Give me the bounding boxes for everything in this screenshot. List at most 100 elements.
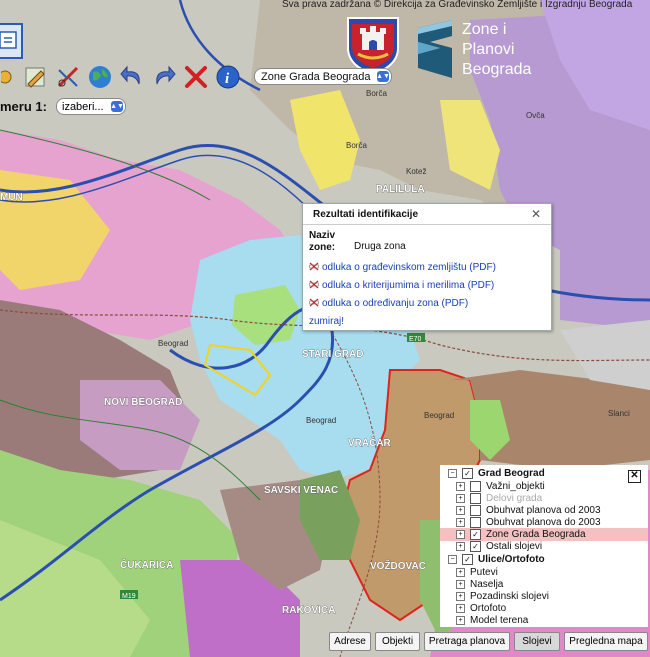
map-label-kotez: Kotež [406,167,426,176]
measure-tool-button[interactable] [54,63,82,91]
layer-checkbox[interactable]: ✓ [470,541,481,552]
zone-planovi-logo-icon [418,20,452,78]
measure-tool-icon [57,66,79,88]
layer-item-ostali-slojevi: + ✓ Ostali slojevi [456,540,542,553]
redo-arrow-icon [156,65,176,85]
expand-icon[interactable]: + [456,568,465,577]
layers-panel: ✕ − ✓ Grad Beograd + Važni_objekti + Del… [440,465,648,627]
info-button[interactable]: i [214,63,242,91]
layer-group-label: Grad Beograd [478,468,545,479]
pdf-link-text: odluka o kriterijumima i merilima (PDF) [322,280,495,291]
zoom-link[interactable]: zumiraj! [309,316,344,327]
map-label-beograd: Beograd [158,339,188,348]
edit-tool-button[interactable] [22,63,50,91]
pdf-icon [309,262,319,271]
pdf-link-text: odluka o određivanju zona (PDF) [322,298,469,309]
belgrade-coat-of-arms-icon [347,17,399,76]
place-label-stari-grad: STARI GRAD [302,349,363,360]
layers-close-icon[interactable]: ✕ [628,470,641,483]
layer-item-label: Naselja [470,579,504,590]
layer-item-model-terena: + Model terena [456,614,528,627]
collapse-icon[interactable]: − [448,555,457,564]
copyright-text: Sva prava zadržana © Direkcija za Građev… [282,0,633,10]
globe-icon [89,66,111,88]
layer-checkbox[interactable] [470,505,481,516]
map-label-slanci: Slanci [608,409,630,418]
layer-group-grad-beograd: − ✓ Grad Beograd [448,467,545,480]
expand-icon[interactable]: + [456,616,465,625]
map-label-beograd: Beograd [424,411,454,420]
layer-group-label: Ulice/Ortofoto [478,554,545,565]
place-label-vracar: VRAČAR [348,436,392,449]
road-label-e70: E70 [409,336,422,343]
pencil-icon [25,67,45,88]
logo-line: Zone i [462,21,507,38]
place-label-vozdovac: VOŽDOVAC [370,559,426,572]
info-icon: i [216,65,240,89]
expand-icon[interactable]: + [456,518,465,527]
expand-icon[interactable]: + [456,592,465,601]
expand-icon[interactable]: + [456,530,465,539]
bottom-tab-bar: Adrese Objekti Pretraga planova Slojevi … [0,627,650,657]
map-window-icon[interactable] [0,22,24,62]
pdf-link-odredjivanje-zona[interactable]: odluka o određivanju zona (PDF) [309,298,468,309]
zone-name-label-line: Naziv [309,230,336,241]
tab-slojevi[interactable]: Slojevi [514,632,560,651]
undo-button[interactable] [118,63,146,91]
globe-button[interactable] [86,63,114,91]
layer-checkbox[interactable]: ✓ [470,529,481,540]
pan-tool-button[interactable] [0,63,18,91]
expand-icon[interactable]: + [456,542,465,551]
scale-dropdown-value: izaberi... [62,100,104,113]
pdf-link-gradjevinsko-zemljiste[interactable]: odluka o građevinskom zemljištu (PDF) [309,262,496,273]
expand-icon[interactable]: + [456,494,465,503]
site-logo-text: Zone i Planovi Beograda [462,20,531,80]
layer-checkbox[interactable]: ✓ [462,554,473,565]
layer-item-label: Ortofoto [470,603,507,614]
pdf-link-kriterijumi-i-merila[interactable]: odluka o kriterijumima i merilima (PDF) [309,280,494,291]
layer-item-label: Obuhvat planova do 2003 [486,517,601,528]
pdf-icon [309,298,319,307]
tab-pretraga-planova[interactable]: Pretraga planova [424,632,510,651]
redo-button[interactable] [150,63,178,91]
map-label-borca: Borča [346,141,367,150]
scale-dropdown[interactable]: izaberi... ▲▼ [56,98,126,115]
tab-adrese[interactable]: Adrese [329,632,371,651]
logo-line: Beograda [462,61,532,78]
layer-item-label: Zone Grada Beograda [486,529,586,540]
zone-dropdown[interactable]: Zone Grada Beograda ▲▼ [254,68,392,85]
clear-button[interactable] [182,63,210,91]
scale-label: meru 1: [0,99,47,114]
expand-icon[interactable]: + [456,580,465,589]
road-label-m19: M19 [122,593,136,600]
tab-objekti[interactable]: Objekti [375,632,420,651]
popup-close-icon[interactable]: ✕ [531,207,541,221]
hand-icon [1,70,12,84]
layer-checkbox[interactable] [470,517,481,528]
map-label-beograd: Beograd [306,416,336,425]
place-label-cukarica: ČUKARICA [120,558,173,571]
layer-checkbox[interactable] [470,493,481,504]
popup-divider [303,224,551,225]
pdf-icon [309,280,319,289]
undo-arrow-icon [120,65,140,85]
place-label-savski-venac: SAVSKI VENAC [264,485,338,496]
tab-pregledna-mapa[interactable]: Pregledna mapa [564,632,648,651]
identification-popup: Rezultati identifikacije ✕ Naziv zone: D… [302,203,552,331]
pdf-link-text: odluka o građevinskom zemljištu (PDF) [322,262,496,273]
expand-icon[interactable]: + [456,604,465,613]
dropdown-arrow-icon: ▲▼ [376,71,390,82]
layer-checkbox[interactable]: ✓ [462,468,473,479]
expand-icon[interactable]: + [456,482,465,491]
layer-item-label: Delovi grada [486,493,543,504]
layer-item-label: Pozadinski slojevi [470,591,549,602]
zone-name-value: Druga zona [354,241,406,252]
layer-item-label: Ostali slojevi [486,541,543,552]
layer-checkbox[interactable] [470,481,481,492]
map-label-ovca: Ovča [526,111,545,120]
zone-name-label-line: zone: [309,242,336,253]
expand-icon[interactable]: + [456,506,465,515]
zone-name-label: Naziv zone: [309,230,335,254]
collapse-icon[interactable]: − [448,469,457,478]
zone-dropdown-value: Zone Grada Beograda [261,70,371,83]
